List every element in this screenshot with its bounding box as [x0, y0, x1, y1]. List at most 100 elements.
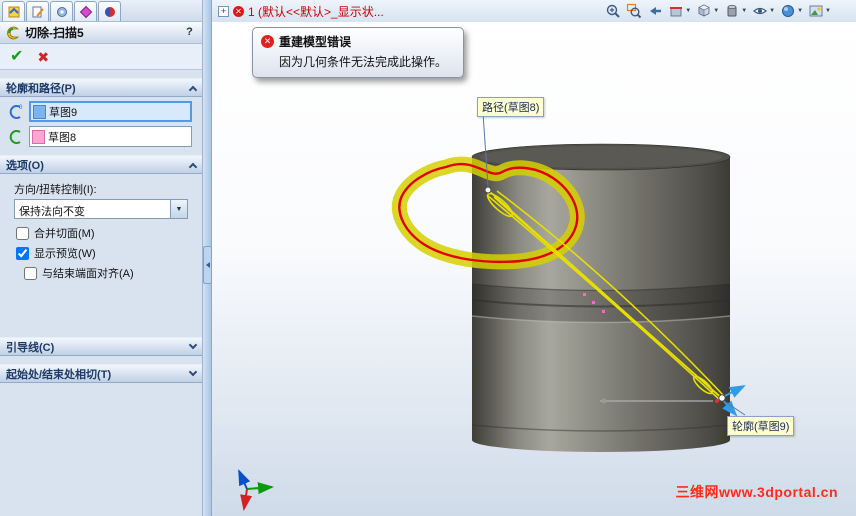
balloon-message: 因为几何条件无法完成此操作。 [279, 55, 448, 69]
orientation-dropdown[interactable]: 保持法向不变 ▼ [14, 199, 188, 219]
appearance-button[interactable]: ▼ [779, 2, 804, 20]
feature-tree-expand-icon[interactable]: + [218, 5, 229, 17]
help-button[interactable]: ? [182, 25, 197, 40]
guide-curves-group-label: 引导线(C) [6, 341, 55, 354]
view-toolbar: ▼ ▼ ▼ ▼ ▼ ▼ [604, 2, 850, 20]
chevron-down-icon: ▼ [769, 8, 776, 14]
path-sketch-icon [6, 128, 26, 146]
heads-up-toolbar: + ✕ 1 (默认<<默认>_显示状... ▼ ▼ ▼ ▼ ▼ ▼ [212, 0, 856, 22]
configuration-manager-icon [56, 6, 67, 17]
path-field[interactable]: 草图8 [29, 126, 192, 147]
hide-show-button[interactable]: ▼ [751, 2, 776, 20]
zoom-area-button[interactable] [625, 2, 643, 20]
display-style-button[interactable]: ▼ [723, 2, 748, 20]
path-selection-row: 草图8 [6, 126, 192, 147]
tab-configuration-manager[interactable] [50, 1, 73, 21]
previous-view-button[interactable] [646, 2, 664, 20]
model-viewport[interactable]: 路径(草图8) 轮廓(草图9) 三维网www.3dportal.cn [212, 22, 856, 516]
merge-faces-checkbox[interactable] [16, 226, 29, 240]
chevron-up-icon [188, 85, 198, 94]
show-preview-label: 显示预览(W) [34, 248, 96, 260]
dimxpert-manager-icon [79, 5, 92, 18]
ok-button[interactable]: ✔ [10, 48, 23, 65]
feature-manager-icon [8, 6, 19, 17]
property-manager-panel: 切除-扫描5 ? ✔ ✖ 轮廓和路径(P) 0 草图9 草图8 选项(O) 方向… [0, 0, 203, 516]
chevron-down-icon: ▼ [825, 8, 831, 14]
chevron-down-icon [188, 340, 198, 350]
panel-title-bar: 切除-扫描5 ? [0, 22, 202, 44]
chevron-down-icon [188, 367, 198, 377]
chevron-up-icon [188, 162, 198, 171]
options-group-label: 选项(O) [6, 159, 44, 172]
show-preview-checkbox[interactable] [16, 246, 29, 260]
profile-callout[interactable]: 轮廓(草图9) [727, 416, 795, 436]
view-orientation-button[interactable]: ▼ [695, 2, 720, 20]
profile-path-group-label: 轮廓和路径(P) [6, 82, 76, 95]
dropdown-arrow-icon[interactable]: ▼ [170, 200, 187, 218]
zoom-fit-icon [607, 4, 620, 18]
merge-faces-checkbox-row: 合并切面(M) [16, 225, 202, 241]
splitter-collapse-handle[interactable] [203, 246, 212, 284]
align-end-faces-checkbox[interactable] [24, 266, 37, 280]
path-chip [32, 129, 45, 144]
path-callout[interactable]: 路径(草图8) [477, 97, 545, 117]
origin-triad [238, 469, 274, 511]
tab-display-manager[interactable] [98, 1, 121, 21]
graphics-area: + ✕ 1 (默认<<默认>_显示状... ▼ ▼ ▼ ▼ ▼ ▼ ✕ 重建模型… [212, 0, 856, 516]
guide-curves-group-header[interactable]: 引导线(C) [0, 337, 202, 356]
align-end-faces-label: 与结束端面对齐(A) [42, 268, 134, 280]
profile-sketch-icon: 0 [6, 103, 26, 121]
profile-field[interactable]: 草图9 [29, 101, 192, 122]
cut-sweep-icon [7, 26, 19, 39]
tab-property-manager[interactable] [26, 1, 49, 21]
collapse-arrow-icon [205, 262, 210, 268]
eye-icon [753, 7, 768, 15]
orientation-value: 保持法向不变 [19, 206, 85, 218]
balloon-title: 重建模型错误 [279, 35, 352, 49]
zoom-area-icon [627, 3, 642, 19]
view-orientation-icon [698, 4, 710, 17]
profile-selection-row: 0 草图9 [6, 101, 192, 122]
profile-value: 草图9 [49, 106, 78, 119]
cylinder-model[interactable] [471, 143, 731, 452]
path-value: 草图8 [48, 131, 77, 144]
tangency-group-label: 起始处/结束处相切(T) [6, 368, 112, 381]
document-config-text: 1 (默认<<默认>_显示状... [248, 4, 384, 19]
chevron-down-icon: ▼ [797, 8, 804, 14]
solidworks-window: 切除-扫描5 ? ✔ ✖ 轮廓和路径(P) 0 草图9 草图8 选项(O) 方向… [0, 0, 856, 516]
previous-view-icon [650, 7, 662, 15]
appearance-sphere-icon [782, 5, 795, 17]
path-start-handle[interactable] [484, 186, 492, 194]
scene-icon [809, 5, 823, 17]
chevron-down-icon: ▼ [741, 8, 748, 14]
panel-tab-strip [0, 0, 202, 22]
balloon-title-row: ✕ 重建模型错误 [261, 33, 455, 50]
orientation-label: 方向/扭转控制(I): [14, 184, 97, 196]
chevron-down-icon: ▼ [713, 8, 720, 14]
scene-button[interactable]: ▼ [807, 2, 832, 20]
property-manager-icon [32, 6, 44, 17]
show-preview-checkbox-row: 显示预览(W) [16, 245, 202, 261]
rebuild-error-balloon: ✕ 重建模型错误 因为几何条件无法完成此操作。 [252, 27, 464, 78]
svg-text:0: 0 [19, 105, 23, 111]
merge-faces-label: 合并切面(M) [34, 228, 95, 240]
profile-chip [33, 104, 46, 119]
options-group-header[interactable]: 选项(O) [0, 155, 202, 174]
chevron-down-icon: ▼ [685, 8, 692, 14]
zoom-fit-button[interactable] [604, 2, 622, 20]
panel-splitter[interactable] [203, 0, 212, 516]
tab-feature-manager[interactable] [2, 1, 25, 21]
rebuild-error-icon: ✕ [233, 5, 244, 17]
display-style-icon [727, 5, 737, 17]
error-circle-x-icon: ✕ [261, 35, 274, 48]
panel-title: 切除-扫描5 [25, 26, 84, 40]
tangency-group-header[interactable]: 起始处/结束处相切(T) [0, 364, 202, 383]
section-view-icon [670, 7, 683, 17]
profile-path-group-header[interactable]: 轮廓和路径(P) [0, 78, 202, 97]
cancel-button[interactable]: ✖ [37, 50, 49, 64]
display-manager-icon [104, 6, 115, 17]
watermark-text: 三维网www.3dportal.cn [675, 484, 838, 500]
section-view-button[interactable]: ▼ [667, 2, 692, 20]
panel-action-bar: ✔ ✖ [0, 44, 202, 70]
tab-dimxpert-manager[interactable] [74, 1, 97, 21]
